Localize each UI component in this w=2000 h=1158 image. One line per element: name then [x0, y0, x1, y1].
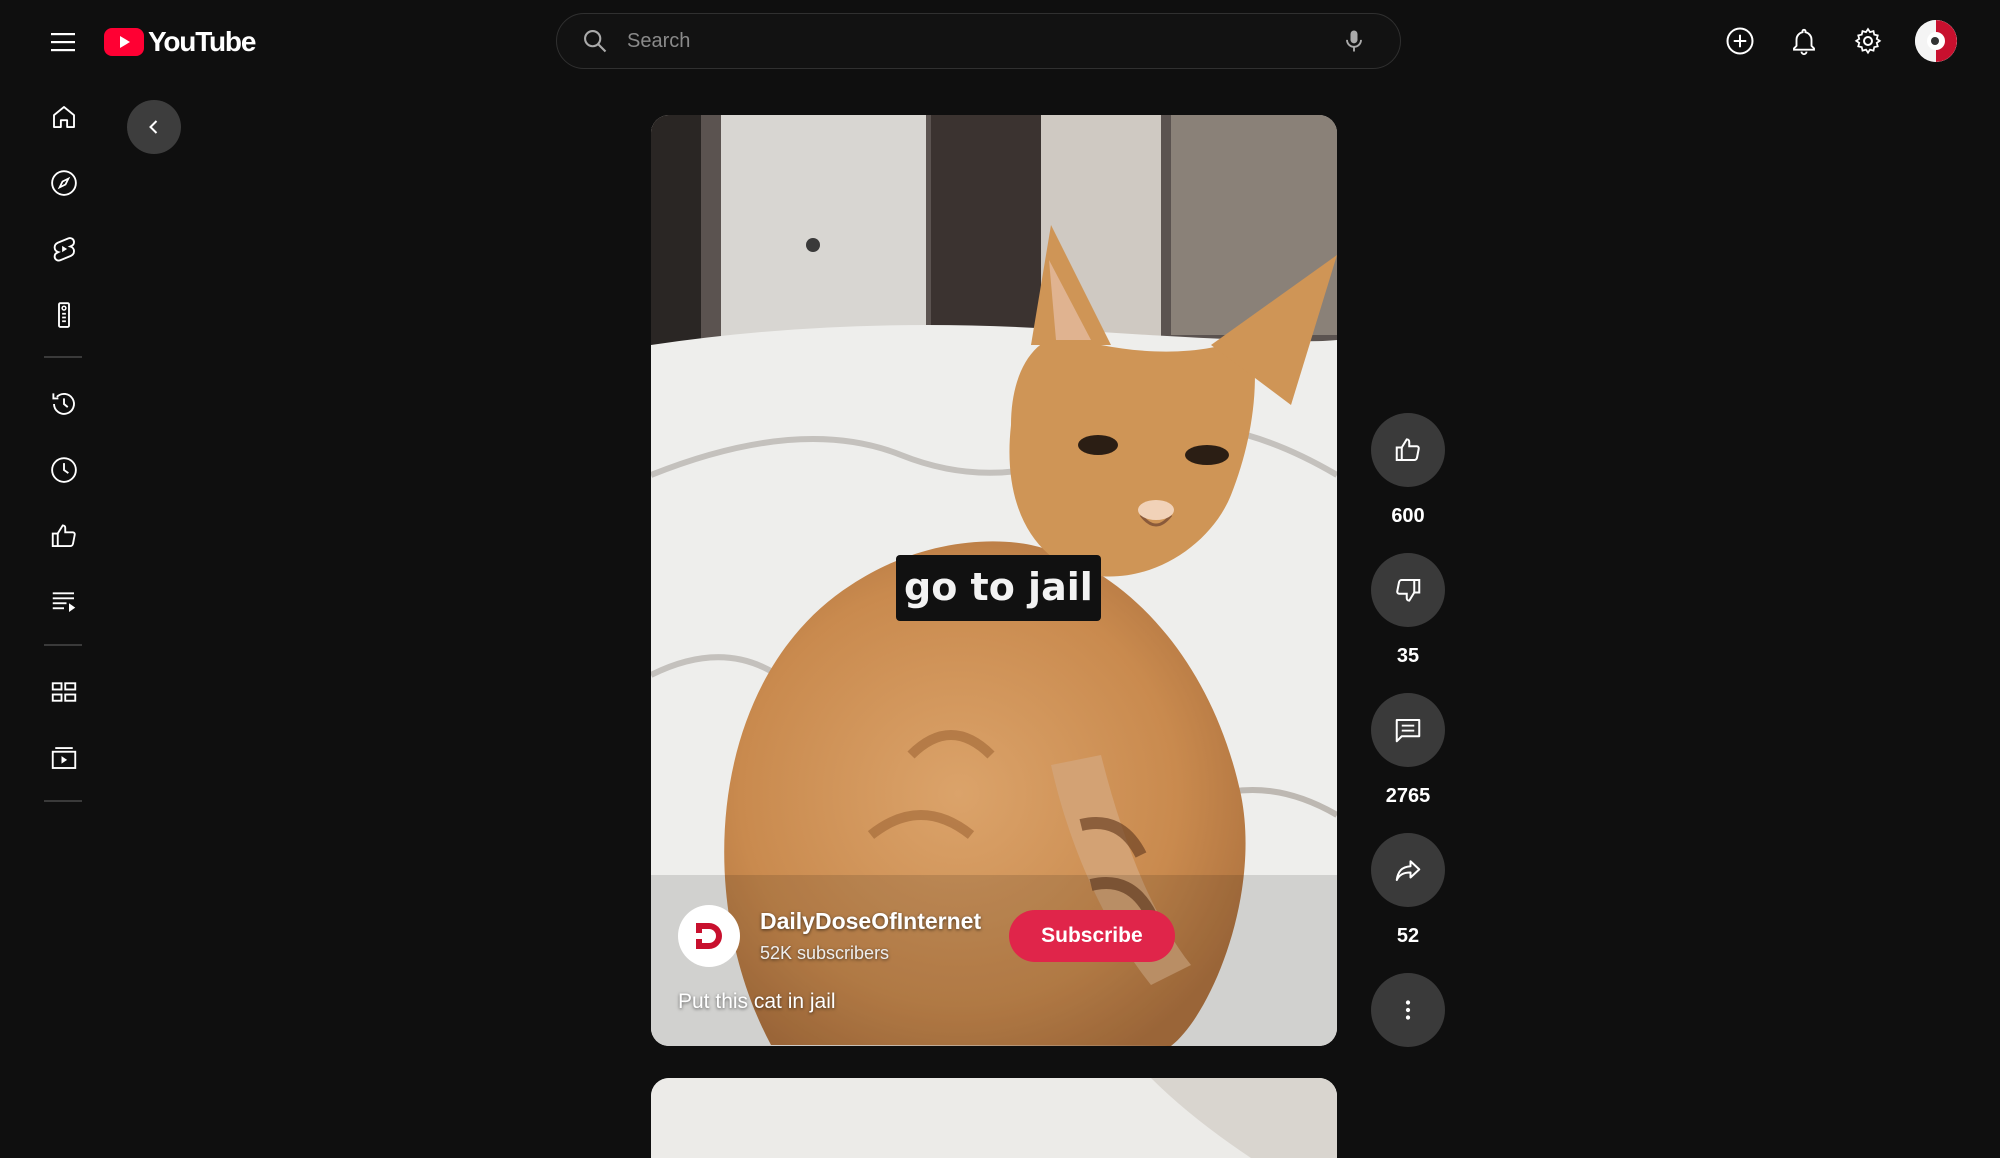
- comment-count: 2765: [1385, 785, 1431, 807]
- thumbs-up-icon: [51, 524, 76, 547]
- chevron-left-icon: [149, 120, 158, 134]
- search-bar[interactable]: [556, 13, 1401, 69]
- hamburger-icon: [51, 33, 75, 52]
- settings-button[interactable]: [1846, 19, 1890, 63]
- home-icon: [53, 106, 75, 128]
- video-library-icon: [51, 747, 77, 769]
- sidebar-item-library[interactable]: [42, 670, 86, 714]
- like-button[interactable]: [1371, 413, 1445, 487]
- logo-play-icon: [104, 28, 144, 56]
- history-icon: [52, 392, 75, 415]
- channel-avatar[interactable]: [678, 905, 740, 967]
- subscribe-button[interactable]: Subscribe: [1009, 910, 1175, 962]
- youtube-logo[interactable]: YouTube: [104, 26, 256, 58]
- sidebar-item-your-videos[interactable]: [42, 736, 86, 780]
- playlist-icon: [52, 592, 76, 612]
- remote-icon: [58, 302, 70, 328]
- notifications-button[interactable]: [1782, 19, 1826, 63]
- menu-button[interactable]: [44, 22, 84, 62]
- comments-button[interactable]: [1371, 693, 1445, 767]
- compass-icon: [51, 170, 77, 196]
- bell-icon: [1793, 28, 1815, 56]
- comment-icon: [1395, 719, 1421, 743]
- collapse-back-button[interactable]: [127, 100, 181, 154]
- share-button[interactable]: [1371, 833, 1445, 907]
- sidebar-item-subscriptions[interactable]: [42, 293, 86, 337]
- sidebar-item-history[interactable]: [42, 382, 86, 426]
- sidebar-divider: [44, 800, 82, 802]
- grid-icon: [51, 682, 77, 702]
- share-count: 52: [1396, 925, 1420, 947]
- subscriber-count: 52K subscribers: [760, 943, 890, 963]
- dislike-action: 35: [1370, 553, 1446, 668]
- create-icon: [1726, 27, 1754, 55]
- sidebar-item-shorts[interactable]: [42, 227, 86, 271]
- like-count: 600: [1391, 505, 1425, 527]
- dislike-button[interactable]: [1371, 553, 1445, 627]
- next-video-frame: [651, 1078, 1337, 1158]
- channel-name[interactable]: DailyDoseOfInternet: [760, 908, 981, 935]
- mic-icon[interactable]: [1340, 27, 1368, 55]
- sidebar-item-watch-later[interactable]: [42, 448, 86, 492]
- channel-info: DailyDoseOfInternet 52K subscribers Subs…: [678, 905, 1175, 967]
- thumbs-down-icon: [1396, 579, 1421, 602]
- like-action: 600: [1370, 413, 1446, 528]
- comments-action: 2765: [1370, 693, 1446, 808]
- sidebar-divider: [44, 356, 82, 358]
- clock-icon: [51, 457, 77, 483]
- more-action: [1370, 973, 1446, 1047]
- sidebar-item-explore[interactable]: [42, 161, 86, 205]
- video-caption-overlay: go to jail: [896, 555, 1101, 621]
- sidebar-item-home[interactable]: [42, 95, 86, 139]
- gear-icon: [1854, 27, 1882, 55]
- share-action: 52: [1370, 833, 1446, 948]
- search-input[interactable]: [625, 28, 1340, 54]
- sidebar-item-playlists[interactable]: [42, 580, 86, 624]
- channel-logo-icon: [684, 911, 734, 961]
- short-video-player[interactable]: go to jail DailyDoseOfInternet 52K subsc…: [651, 115, 1337, 1046]
- dislike-count: 35: [1396, 645, 1420, 667]
- create-button[interactable]: [1718, 19, 1762, 63]
- top-bar: YouTube: [0, 0, 2000, 82]
- more-options-button[interactable]: [1371, 973, 1445, 1047]
- thumbs-up-icon: [1395, 438, 1420, 461]
- shorts-icon: [53, 237, 75, 262]
- more-vertical-icon: [1405, 1000, 1411, 1020]
- search-icon: [584, 30, 607, 53]
- logo-text: YouTube: [148, 26, 256, 57]
- avatar[interactable]: [1915, 20, 1957, 62]
- sidebar-divider: [44, 644, 82, 646]
- sidebar-item-liked-videos[interactable]: [42, 514, 86, 558]
- share-icon: [1395, 860, 1421, 881]
- video-title[interactable]: Put this cat in jail: [678, 990, 836, 1014]
- next-short-preview[interactable]: [651, 1078, 1337, 1158]
